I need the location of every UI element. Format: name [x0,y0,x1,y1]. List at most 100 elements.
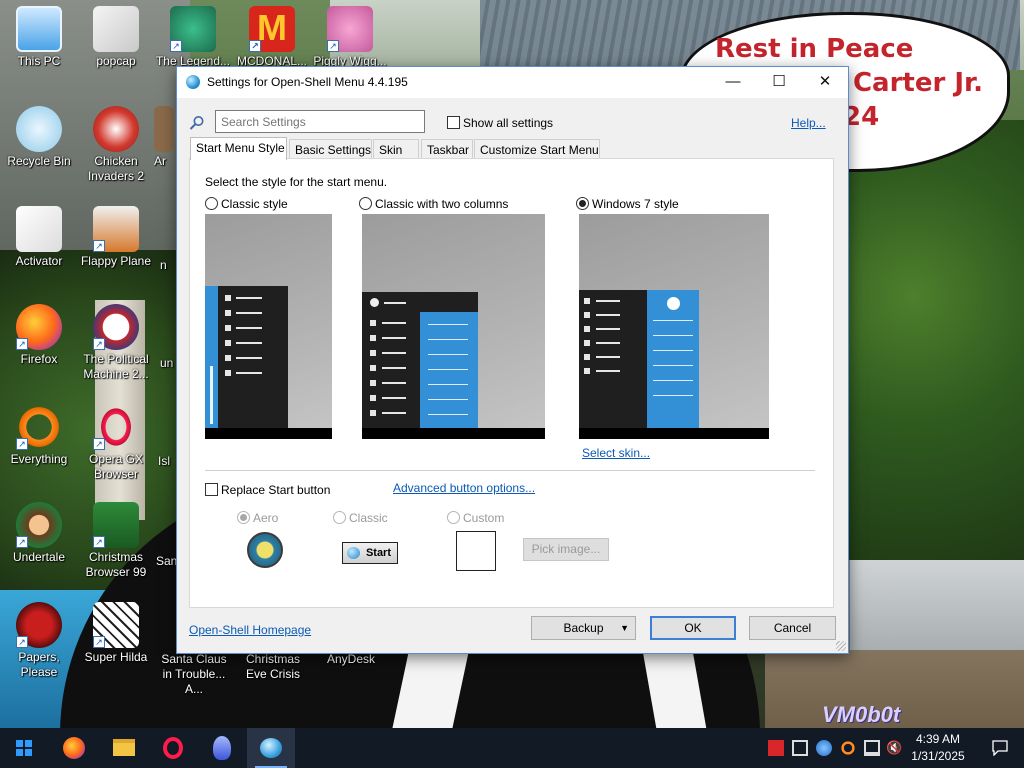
magnifier-icon: ↗ [16,404,62,450]
app-icon [154,106,174,152]
desktop-icon-undertale[interactable]: ↗ Undertale [0,502,78,565]
open-shell-homepage-link[interactable]: Open-Shell Homepage [189,623,311,637]
shortcut-arrow-icon: ↗ [327,40,339,52]
desktop-icon-anydesk[interactable]: AnyDesk [312,652,390,667]
classic-style-radio[interactable] [205,197,218,210]
custom-button-radio[interactable] [447,511,460,524]
everything-search-icon[interactable] [840,740,856,756]
preview-item-icon [584,340,590,346]
desktop-icon-flappy-plane[interactable]: ↗ Flappy Plane [77,206,155,269]
alert-icon[interactable] [768,740,784,756]
desktop-icon-christmas-eve[interactable]: Christmas Eve Crisis [234,652,312,682]
tab-start-menu-style[interactable]: Start Menu Style [190,137,287,160]
preview-item-icon [584,298,590,304]
help-link[interactable]: Help... [791,116,826,130]
desktop-icon-label: popcap [96,54,136,68]
action-center-button[interactable] [976,728,1024,768]
preview-item-icon [370,380,376,386]
preview-line [653,320,693,321]
desktop-icon-everything[interactable]: ↗ Everything [0,404,78,467]
firefox-icon [63,737,85,759]
shortcut-arrow-icon: ↗ [16,338,28,350]
classic-style-preview[interactable] [205,214,332,439]
christmas-tree-icon: ↗ [93,502,139,548]
tab-skin[interactable]: Skin [373,139,419,159]
pick-image-button[interactable]: Pick image... [523,538,609,561]
classic-style-label[interactable]: Classic style [221,197,288,211]
tab-customize-start-menu[interactable]: Customize Start Menu [474,139,600,159]
shortcut-arrow-icon: ↗ [93,338,105,350]
taskbar-opera-gx[interactable] [149,728,197,768]
ok-button[interactable]: OK [650,616,736,640]
desktop-icon-label: Recycle Bin [7,154,71,168]
desktop-icon-papers-please[interactable]: ↗ Papers, Please [0,602,78,680]
dropdown-arrow-icon: ▼ [620,623,629,633]
tab-basic-settings[interactable]: Basic Settings [289,139,372,159]
volume-muted-icon[interactable]: 🔇 [886,740,902,756]
windows-7-style-radio[interactable] [576,197,589,210]
windows-7-style-label[interactable]: Windows 7 style [592,197,679,211]
desktop-icon-label: The Political Machine 2... [83,352,149,381]
notification-icon [992,740,1008,756]
screen-icon[interactable] [792,740,808,756]
system-clock[interactable]: 4:39 AM 1/31/2025 [905,731,971,765]
preview-item [382,337,406,339]
maximize-button[interactable]: ☐ [756,67,802,98]
taskbar-file-explorer[interactable] [100,728,148,768]
desktop-icon-chicken-invaders[interactable]: Chicken Invaders 2 [77,106,155,184]
advanced-button-options-link[interactable]: Advanced button options... [393,481,535,495]
start-button[interactable] [0,728,48,768]
desktop-icon-santa-claus[interactable]: Santa Claus in Trouble... A... [155,652,233,697]
close-button[interactable]: ✕ [802,67,848,98]
classic-two-columns-radio[interactable] [359,197,372,210]
minimize-button[interactable]: — [710,67,756,98]
shortcut-arrow-icon: ↗ [93,536,105,548]
desktop-icon-this-pc[interactable]: This PC [0,6,78,69]
desktop-icon-label: AnyDesk [326,652,376,666]
tab-taskbar[interactable]: Taskbar [421,139,473,159]
preview-item-icon [225,370,231,376]
preview-item [596,342,620,344]
desktop-icon-partial[interactable]: Ar [154,106,178,169]
select-skin-link[interactable]: Select skin... [582,446,650,460]
desktop-icon-political-machine[interactable]: ↗ The Political Machine 2... [77,304,155,382]
replace-start-button-checkbox[interactable] [205,483,218,496]
desktop-icon-opera-gx[interactable]: ↗ Opera GX Browser [77,404,155,482]
desktop-icon-super-hilda[interactable]: ↗ Super Hilda [77,602,155,665]
backup-button[interactable]: Backup ▼ [531,616,636,640]
desktop-icon-piggly[interactable]: ↗ Piggly Wigg... [311,6,389,69]
desktop-icon-christmas-browser[interactable]: ↗ Christmas Browser 99 [77,502,155,580]
preview-line [428,369,468,370]
windows-7-style-preview[interactable] [579,214,769,439]
taskbar-firefox[interactable] [50,728,98,768]
network-share-icon[interactable] [816,740,832,756]
shortcut-arrow-icon: ↗ [93,240,105,252]
network-icon[interactable] [864,740,880,756]
desktop-icon-popcap[interactable]: popcap [77,6,155,69]
cancel-button[interactable]: Cancel [749,616,836,640]
desktop-icon-firefox[interactable]: ↗ Firefox [0,304,78,367]
desktop-icon-legend[interactable]: ↗ The Legend... [154,6,232,69]
desktop-icon-label: Flappy Plane [80,254,152,268]
aero-radio[interactable] [237,511,250,524]
classic-button-radio[interactable] [333,511,346,524]
title-bar[interactable]: Settings for Open-Shell Menu 4.4.195 — ☐… [177,67,848,98]
preview-item [596,314,620,316]
classic-two-columns-label[interactable]: Classic with two columns [375,197,508,211]
resize-grip-icon[interactable] [836,641,846,651]
show-all-settings-checkbox[interactable] [447,116,460,129]
search-settings-input[interactable] [215,110,425,133]
desktop-icon-activator[interactable]: Activator [0,206,78,269]
preview-item [236,327,262,329]
taskbar-app[interactable] [198,728,246,768]
taskbar-open-shell-settings[interactable] [247,728,295,768]
desktop-icon-mcdonalds[interactable]: M ↗ MCDONAL... [233,6,311,69]
preview-taskbar [579,428,769,439]
classic-two-columns-preview[interactable] [362,214,545,439]
desktop-icon-recycle-bin[interactable]: Recycle Bin [0,106,78,169]
preview-line [428,399,468,400]
preview-line [653,365,693,366]
preview-line [428,339,468,340]
custom-button-label: Custom [463,511,505,525]
preview-item-icon [584,368,590,374]
